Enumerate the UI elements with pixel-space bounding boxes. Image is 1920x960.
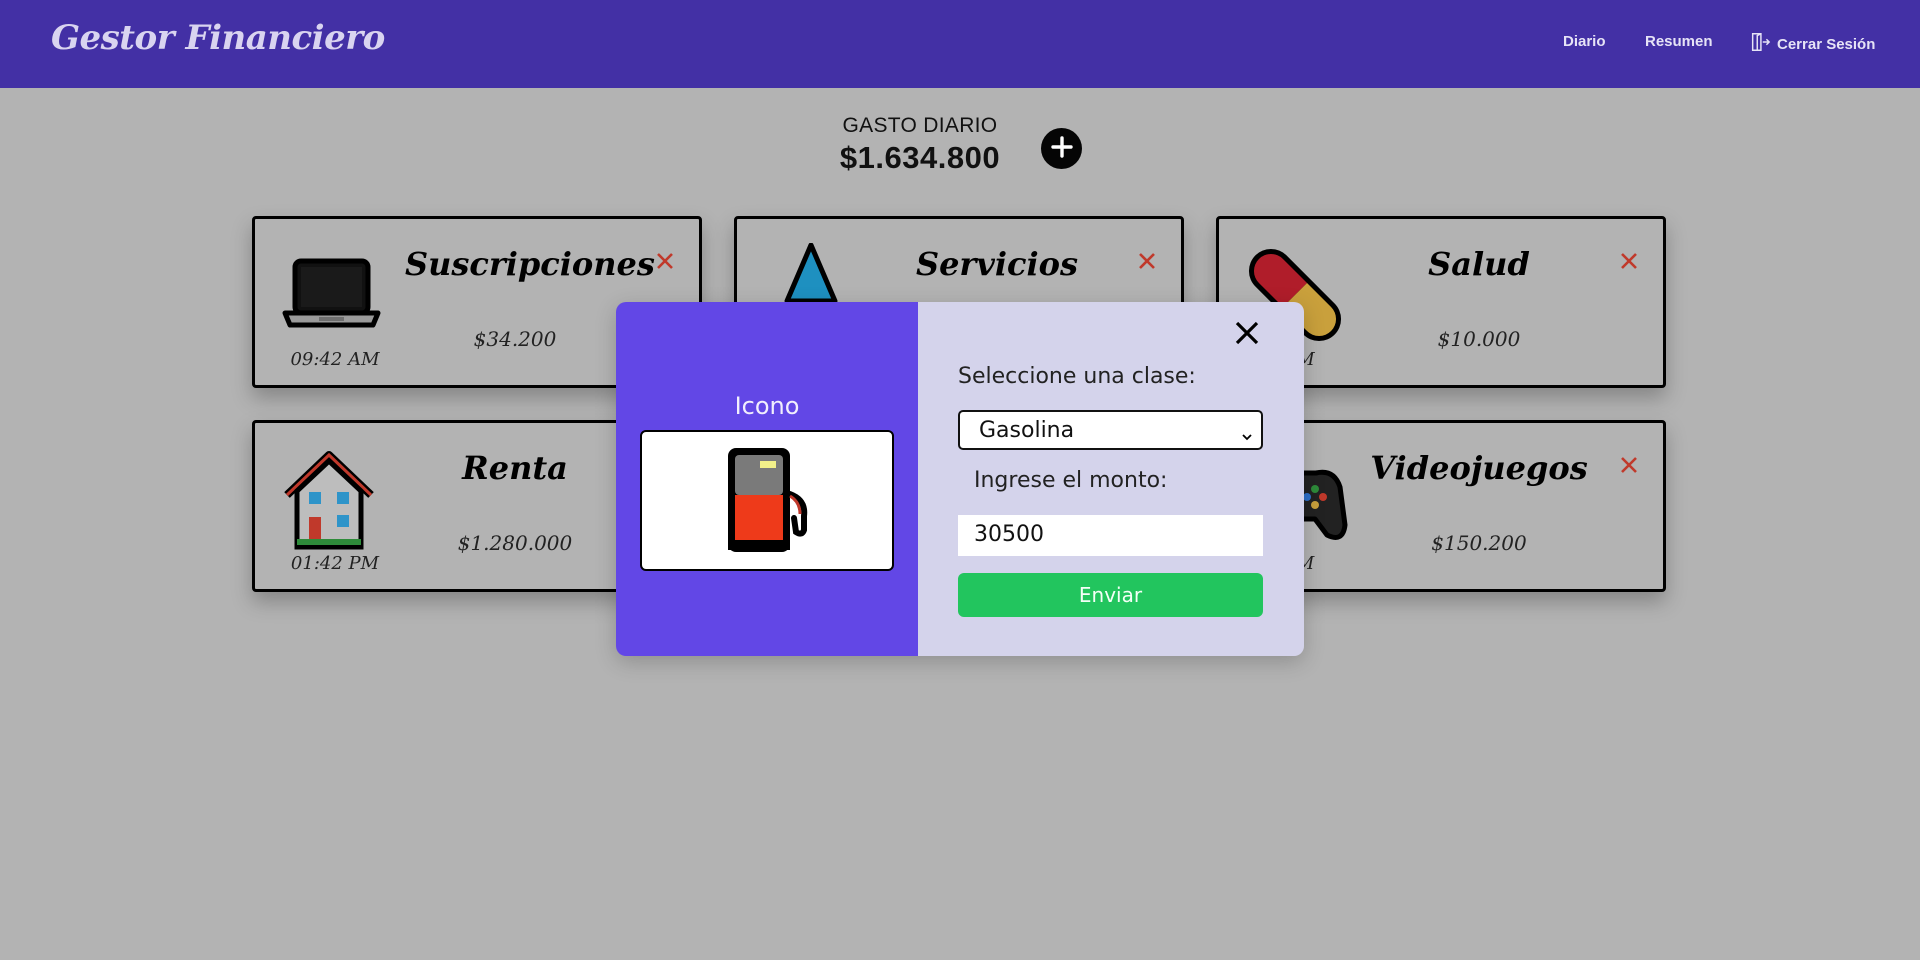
- card-time: 09:42 AM: [290, 349, 380, 370]
- card-time: 01:42 PM: [290, 553, 380, 574]
- delete-icon[interactable]: [1137, 251, 1157, 271]
- card-amount: $1.280.000: [457, 531, 573, 555]
- class-select[interactable]: Gasolina: [958, 410, 1263, 450]
- card-title: Videojuegos: [1370, 449, 1588, 487]
- house-icon: [279, 447, 384, 552]
- logout-label: Cerrar Sesión: [1777, 35, 1876, 53]
- card-title: Servicios: [915, 245, 1079, 283]
- submit-button[interactable]: Enviar: [958, 573, 1263, 617]
- add-expense-button[interactable]: [1041, 128, 1082, 169]
- fuel-pump-icon: [724, 444, 810, 558]
- card-amount: $10.000: [1437, 327, 1521, 351]
- delete-icon[interactable]: [655, 251, 675, 271]
- icon-preview: [640, 430, 894, 571]
- amount-input[interactable]: 30500: [958, 515, 1263, 556]
- logout-button[interactable]: Cerrar Sesión: [1749, 31, 1875, 57]
- chevron-down-icon: [1241, 424, 1253, 441]
- close-icon[interactable]: [1232, 318, 1262, 348]
- card-title: Suscripciones: [405, 245, 655, 283]
- class-label: Seleccione una clase:: [958, 364, 1196, 389]
- plus-icon: [1048, 133, 1076, 165]
- modal-icon-panel: Icono: [616, 302, 918, 656]
- amount-label: Ingrese el monto:: [974, 468, 1168, 493]
- card-amount: $150.200: [1431, 531, 1527, 555]
- nav-link-resumen[interactable]: Resumen: [1645, 33, 1713, 50]
- add-expense-modal: Icono Seleccione una clase: Gasolina Ing…: [616, 302, 1304, 656]
- logout-icon: [1749, 31, 1771, 57]
- delete-icon[interactable]: [1619, 455, 1639, 475]
- laptop-icon: [279, 243, 384, 348]
- daily-total-label: GASTO DIARIO: [842, 114, 998, 137]
- daily-total-value: $1.634.800: [839, 140, 1001, 175]
- card-amount: $34.200: [473, 327, 557, 351]
- delete-icon[interactable]: [1619, 251, 1639, 271]
- modal-form-panel: Seleccione una clase: Gasolina Ingrese e…: [918, 302, 1304, 656]
- card-title: Renta: [462, 449, 568, 487]
- daily-summary: GASTO DIARIO $1.634.800: [820, 114, 1020, 176]
- card-title: Salud: [1428, 245, 1530, 283]
- navbar: Gestor Financiero Diario Resumen Cerrar …: [0, 0, 1920, 88]
- nav-link-diario[interactable]: Diario: [1563, 33, 1606, 50]
- brand-logo[interactable]: Gestor Financiero: [51, 18, 385, 58]
- class-select-value: Gasolina: [979, 418, 1075, 443]
- icon-label: Icono: [734, 392, 800, 420]
